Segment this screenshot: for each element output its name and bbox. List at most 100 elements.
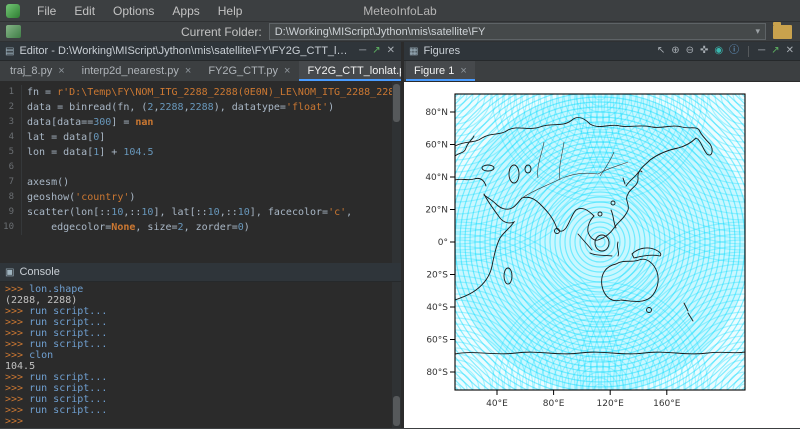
- workspace: ▤ Editor - D:\Working\MIScript\Jython\mi…: [0, 42, 800, 428]
- menu-edit[interactable]: Edit: [65, 2, 104, 20]
- close-tab-icon[interactable]: ×: [58, 65, 64, 77]
- tab-label: FY2G_CTT_lonlat.py: [307, 65, 410, 77]
- console-line: >>> run script...: [5, 405, 401, 416]
- code-line: 6: [0, 160, 401, 175]
- y-tick-label: 20°N: [425, 206, 448, 216]
- editor-tab-bar: traj_8.py×interp2d_nearest.py×FY2G_CTT.p…: [0, 61, 401, 82]
- editor-icon: ▤: [5, 46, 14, 57]
- figures-icon: ▦: [409, 46, 418, 57]
- zoom-out-icon[interactable]: ⊖: [685, 46, 695, 56]
- left-column: ▤ Editor - D:\Working\MIScript\Jython\mi…: [0, 42, 401, 428]
- tab-interp2d-nearest-py[interactable]: interp2d_nearest.py×: [74, 61, 200, 81]
- y-tick-label: 80°S: [426, 368, 448, 378]
- line-number: 5: [0, 145, 22, 160]
- minimize-icon[interactable]: ─: [757, 46, 766, 56]
- tab-traj-8-py[interactable]: traj_8.py ×: [2, 61, 73, 81]
- line-number: 2: [0, 100, 22, 115]
- figures-window-controls: ─ ↗ ✕: [757, 46, 795, 56]
- line-number: 7: [0, 175, 22, 190]
- toolbar-icon[interactable]: [6, 25, 21, 38]
- open-folder-button[interactable]: [773, 25, 792, 39]
- console-line: >>>: [5, 416, 401, 427]
- close-icon[interactable]: ✕: [785, 46, 795, 56]
- editor-scrollbar[interactable]: [392, 82, 401, 263]
- code-lines: 1fn = r'D:\Temp\FY\NOM_ITG_2288_2288(0E0…: [0, 85, 401, 235]
- menu-options[interactable]: Options: [104, 2, 163, 20]
- console-line: (2288, 2288): [5, 295, 401, 306]
- tab-fy2g-ctt-py[interactable]: FY2G_CTT.py×: [200, 61, 298, 81]
- y-tick-label: 40°N: [425, 173, 448, 183]
- code-line: 1fn = r'D:\Temp\FY\NOM_ITG_2288_2288(0E0…: [0, 85, 401, 100]
- line-number: 3: [0, 115, 22, 130]
- float-icon[interactable]: ↗: [371, 46, 381, 56]
- close-tab-icon[interactable]: ×: [284, 65, 290, 77]
- zoom-in-icon[interactable]: ⊕: [670, 46, 680, 56]
- x-tick-label: 160°E: [653, 399, 681, 409]
- close-tab-icon[interactable]: ×: [460, 65, 466, 77]
- console-lines: >>> lon.shape(2288, 2288)>>> run script.…: [5, 284, 401, 427]
- current-folder-label: Current Folder:: [181, 25, 262, 39]
- code-line: 3data[data==300] = nan: [0, 115, 401, 130]
- line-number: 4: [0, 130, 22, 145]
- pan-icon[interactable]: ✜: [699, 46, 709, 56]
- editor-window-controls: ─ ↗ ✕: [358, 46, 396, 56]
- code-line: 9scatter(lon[::10,::10], lat[::10,::10],…: [0, 205, 401, 220]
- figures-panel-header: ▦ Figures ↖ ⊕ ⊖ ✜ ◉ ⓘ ─ ↗ ✕: [404, 42, 800, 61]
- app-logo-icon: [6, 4, 20, 18]
- console-line: >>> clon: [5, 350, 401, 361]
- console-panel-header: ▣ Console: [0, 263, 401, 282]
- y-tick-label: 80°N: [425, 108, 448, 118]
- code-line: 10 edgecolor=None, size=2, zorder=0): [0, 220, 401, 235]
- float-icon[interactable]: ↗: [770, 46, 780, 56]
- close-tab-icon[interactable]: ×: [185, 65, 191, 77]
- editor-panel: ▤ Editor - D:\Working\MIScript\Jython\mi…: [0, 42, 401, 263]
- code-line: 4lat = data[0]: [0, 130, 401, 145]
- figure-canvas[interactable]: 80°N60°N40°N20°N0°20°S40°S60°S80°S40°E80…: [404, 82, 800, 428]
- console-line: >>> lon.shape: [5, 284, 401, 295]
- line-number: 9: [0, 205, 22, 220]
- current-folder-value: D:\Working\MIScript\Jython\mis\satellite…: [275, 26, 486, 38]
- full-extent-icon[interactable]: ◉: [713, 46, 724, 56]
- menu-file[interactable]: File: [28, 2, 65, 20]
- figures-tab-bar: Figure 1×: [404, 61, 800, 82]
- code-line: 7axesm(): [0, 175, 401, 190]
- y-tick-label: 60°S: [426, 336, 448, 346]
- menu-help[interactable]: Help: [209, 2, 252, 20]
- x-tick-label: 120°E: [597, 399, 625, 409]
- editor-panel-header: ▤ Editor - D:\Working\MIScript\Jython\mi…: [0, 42, 401, 61]
- y-tick-label: 0°: [438, 238, 448, 248]
- map-figure[interactable]: 80°N60°N40°N20°N0°20°S40°S60°S80°S40°E80…: [404, 82, 800, 428]
- main-toolbar: Current Folder: D:\Working\MIScript\Jyth…: [0, 22, 800, 42]
- tab-label: traj_8.py: [10, 65, 52, 77]
- menu-items: FileEditOptionsAppsHelp: [28, 2, 251, 20]
- select-icon[interactable]: ↖: [656, 46, 666, 56]
- console-line: >>> run script...: [5, 372, 401, 383]
- code-line: 8geoshow('country'): [0, 190, 401, 205]
- tab-figure-1[interactable]: Figure 1×: [406, 61, 475, 81]
- menu-bar: FileEditOptionsAppsHelp MeteoInfoLab: [0, 0, 800, 22]
- close-icon[interactable]: ✕: [386, 46, 396, 56]
- x-tick-label: 80°E: [543, 399, 565, 409]
- console-icon: ▣: [5, 267, 14, 278]
- line-number: 1: [0, 85, 22, 100]
- console-line: >>> run script...: [5, 306, 401, 317]
- console-scrollbar-thumb[interactable]: [393, 396, 400, 426]
- line-number: 10: [0, 220, 22, 235]
- console-scrollbar[interactable]: [392, 282, 401, 428]
- toolbar-separator: [748, 46, 749, 57]
- editor-panel-title: Editor - D:\Working\MIScript\Jython\mis\…: [19, 45, 353, 57]
- console-line: >>> run script...: [5, 394, 401, 405]
- code-line: 5lon = data[1] + 104.5: [0, 145, 401, 160]
- figures-panel: ▦ Figures ↖ ⊕ ⊖ ✜ ◉ ⓘ ─ ↗ ✕ Figure 1×: [404, 42, 800, 428]
- menu-apps[interactable]: Apps: [163, 2, 208, 20]
- figures-panel-title: Figures: [423, 45, 650, 57]
- y-tick-label: 40°S: [426, 303, 448, 313]
- minimize-icon[interactable]: ─: [358, 46, 367, 56]
- console-panel: ▣ Console >>> lon.shape(2288, 2288)>>> r…: [0, 263, 401, 428]
- identify-icon[interactable]: ⓘ: [728, 46, 740, 56]
- current-folder-combobox[interactable]: D:\Working\MIScript\Jython\mis\satellite…: [269, 23, 766, 40]
- editor-scrollbar-thumb[interactable]: [393, 84, 400, 122]
- console-output[interactable]: >>> lon.shape(2288, 2288)>>> run script.…: [0, 282, 401, 428]
- code-editor[interactable]: 1fn = r'D:\Temp\FY\NOM_ITG_2288_2288(0E0…: [0, 82, 401, 263]
- line-number: 8: [0, 190, 22, 205]
